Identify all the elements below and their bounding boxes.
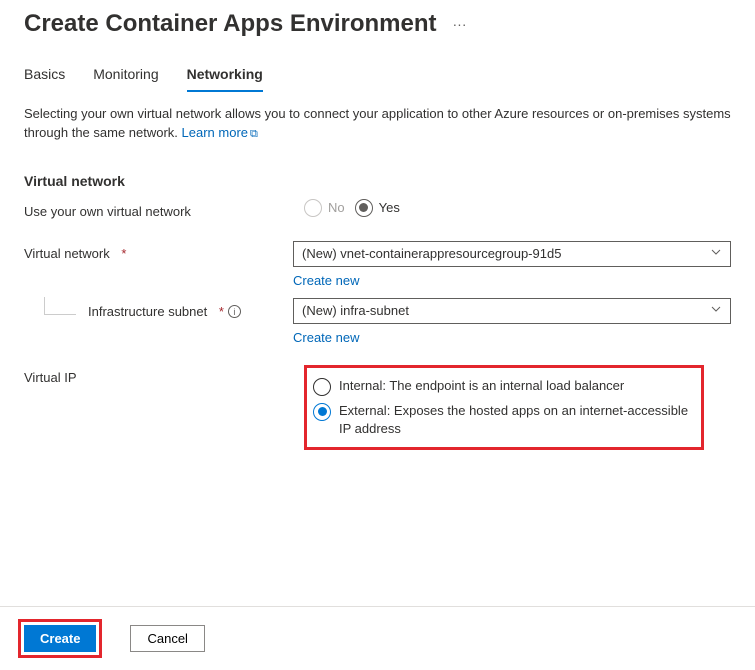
radio-label-yes: Yes <box>379 200 400 215</box>
dropdown-virtual-network[interactable]: (New) vnet-containerappresourcegroup-91d… <box>293 241 731 267</box>
description-text: Selecting your own virtual network allow… <box>24 106 731 140</box>
virtual-ip-highlight-box: Internal: The endpoint is an internal lo… <box>304 365 704 450</box>
radio-use-own-vnet-no[interactable]: No <box>304 199 345 217</box>
radio-circle-icon <box>313 378 331 396</box>
section-title-virtual-network: Virtual network <box>24 173 731 189</box>
create-button-highlight: Create <box>18 619 102 658</box>
networking-description: Selecting your own virtual network allow… <box>24 105 731 143</box>
label-use-own-vnet: Use your own virtual network <box>24 199 304 219</box>
label-virtual-network: Virtual network * <box>24 241 293 261</box>
label-infrastructure-subnet: Infrastructure subnet * i <box>24 298 293 321</box>
radio-label-internal: Internal: The endpoint is an internal lo… <box>339 377 624 395</box>
link-create-new-vnet[interactable]: Create new <box>293 273 731 288</box>
more-actions-button[interactable]: ··· <box>453 16 467 32</box>
radio-use-own-vnet-yes[interactable]: Yes <box>355 199 400 217</box>
content-area: Selecting your own virtual network allow… <box>0 93 755 450</box>
create-button[interactable]: Create <box>24 625 96 652</box>
chevron-down-icon <box>710 303 722 318</box>
link-create-new-subnet[interactable]: Create new <box>293 330 731 345</box>
tab-bar: Basics Monitoring Networking <box>0 58 755 93</box>
page-title: Create Container Apps Environment <box>24 10 437 38</box>
tab-networking[interactable]: Networking <box>187 58 263 92</box>
hierarchy-connector-icon <box>44 297 76 315</box>
cancel-button[interactable]: Cancel <box>130 625 204 652</box>
learn-more-link[interactable]: Learn more⧉ <box>182 125 258 140</box>
radio-virtual-ip-internal[interactable]: Internal: The endpoint is an internal lo… <box>313 374 691 399</box>
radio-circle-icon <box>313 403 331 421</box>
radio-virtual-ip-external[interactable]: External: Exposes the hosted apps on an … <box>313 399 691 441</box>
radio-circle-icon <box>304 199 322 217</box>
info-icon[interactable]: i <box>228 305 241 318</box>
tab-basics[interactable]: Basics <box>24 58 65 92</box>
dropdown-value: (New) vnet-containerappresourcegroup-91d… <box>302 246 561 261</box>
required-indicator: * <box>121 246 126 261</box>
external-link-icon: ⧉ <box>250 127 258 143</box>
dropdown-value: (New) infra-subnet <box>302 303 409 318</box>
dropdown-infrastructure-subnet[interactable]: (New) infra-subnet <box>293 298 731 324</box>
row-virtual-ip: Virtual IP Internal: The endpoint is an … <box>24 365 731 450</box>
label-virtual-ip: Virtual IP <box>24 365 304 385</box>
row-use-own-vnet: Use your own virtual network No Yes <box>24 199 731 219</box>
radio-circle-icon <box>355 199 373 217</box>
footer-bar: Create Cancel <box>0 606 755 670</box>
row-infrastructure-subnet: Infrastructure subnet * i (New) infra-su… <box>24 298 731 345</box>
radio-label-external: External: Exposes the hosted apps on an … <box>339 402 691 438</box>
radio-label-no: No <box>328 200 345 215</box>
row-virtual-network: Virtual network * (New) vnet-containerap… <box>24 241 731 288</box>
tab-monitoring[interactable]: Monitoring <box>93 58 158 92</box>
page-header: Create Container Apps Environment ··· <box>0 0 755 58</box>
chevron-down-icon <box>710 246 722 261</box>
required-indicator: * <box>219 304 224 319</box>
